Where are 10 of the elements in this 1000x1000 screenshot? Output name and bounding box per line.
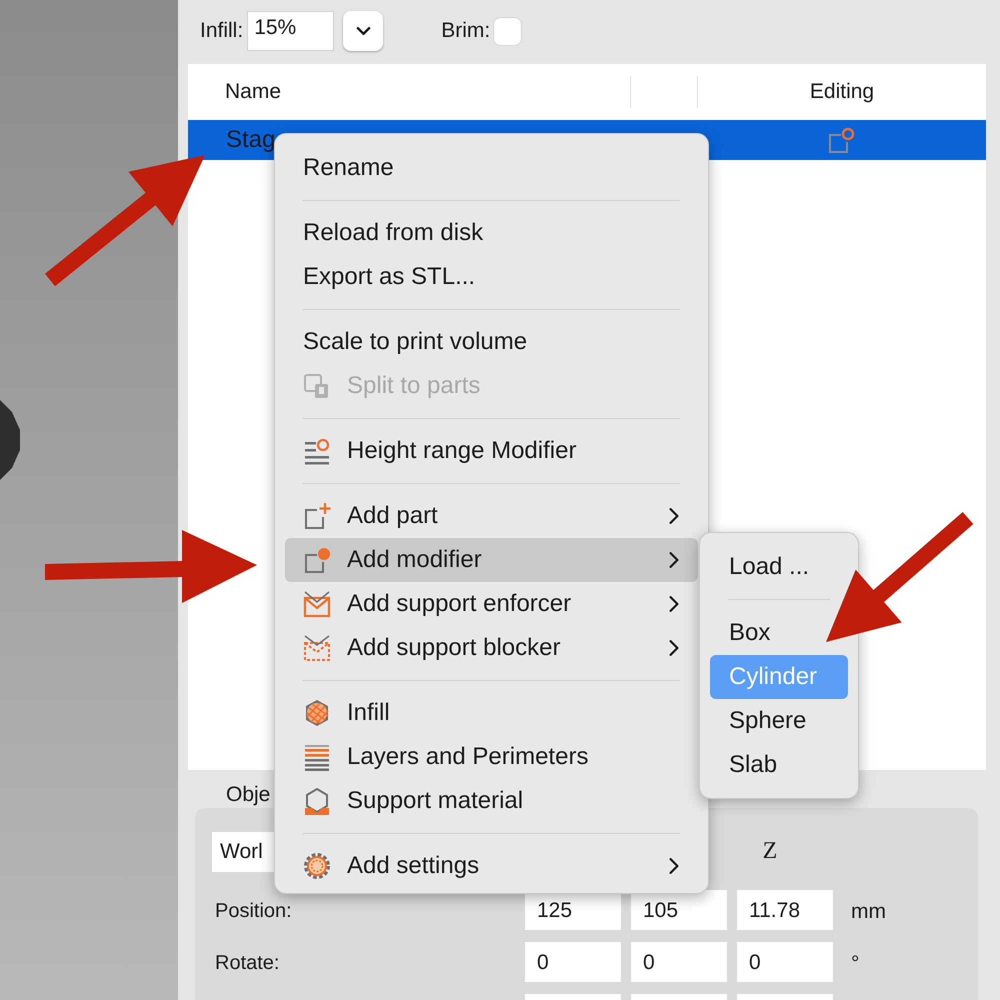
- field-label: Position:: [214, 899, 293, 924]
- unit-label: °: [850, 951, 860, 977]
- column-header: Editing: [808, 80, 876, 104]
- field-label: Rotate:: [214, 951, 280, 976]
- brim-label: Brim:: [441, 19, 490, 43]
- axis-label: Z: [762, 837, 778, 866]
- infill-label: Infill:: [200, 19, 244, 43]
- unit-label: mm: [850, 899, 887, 925]
- section-title: Obje: [226, 783, 270, 808]
- column-header: Name: [224, 80, 282, 104]
